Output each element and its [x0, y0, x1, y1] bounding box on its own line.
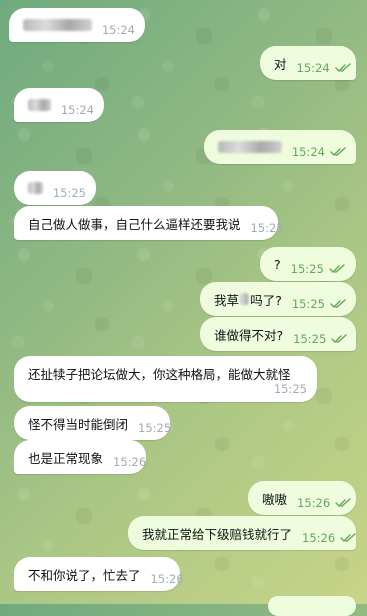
message-time: 15:25 [52, 186, 86, 200]
message-text: 也是正常现象 [28, 450, 104, 466]
message-text: 自己做人做事，自己什么逼样还要我说 [28, 216, 241, 232]
redacted-text [218, 141, 282, 153]
message-time: 15:25 [250, 221, 284, 235]
message-text: 对 [274, 56, 287, 72]
message-time: 15:26 [302, 531, 336, 545]
message-time: 15:26 [150, 572, 184, 586]
double-check-icon [331, 332, 347, 347]
message-text: ? [274, 256, 281, 272]
message-time: 15:25 [273, 382, 307, 396]
message-bubble-outgoing[interactable]: 我草 吗了? 15:25 [200, 282, 356, 316]
message-bubble-incoming[interactable]: 怪不得当时能倒闭 15:25 [14, 406, 172, 440]
message-bubble-outgoing[interactable]: 15:24 [204, 130, 356, 164]
message-time: 15:25 [291, 297, 325, 311]
message-text: 嗷嗷 [262, 491, 288, 507]
double-check-icon [330, 297, 346, 312]
message-text: 不和你说了，忙去了 [28, 567, 141, 583]
message-time: 15:25 [293, 332, 327, 346]
double-check-icon [340, 531, 356, 546]
message-time: 15:24 [291, 145, 325, 159]
message-bubble-incoming[interactable]: 也是正常现象 15:26 [14, 440, 146, 474]
double-check-icon [335, 496, 351, 511]
message-text: 谁做得不对? [214, 327, 284, 343]
message-bubble-outgoing[interactable]: 对 15:24 [260, 46, 356, 80]
message-time: 15:26 [297, 496, 331, 510]
message-bubble-outgoing[interactable]: 谁做得不对? 15:25 [200, 317, 356, 351]
message-time: 15:25 [138, 421, 172, 435]
message-bubble-outgoing-partial[interactable] [268, 596, 356, 616]
message-time: 15:25 [290, 262, 324, 276]
message-bubble-incoming[interactable]: 还扯犊子把论坛做大，你这种格局，能做大就怪 15:25 [14, 356, 317, 402]
redacted-text [28, 99, 51, 111]
message-bubble-incoming[interactable]: 15:25 [14, 171, 96, 205]
redacted-text [28, 182, 43, 194]
message-text-continued: 吗了? [250, 292, 282, 308]
double-check-icon [329, 262, 345, 277]
double-check-icon [334, 61, 351, 76]
message-bubble-incoming[interactable]: 15:24 [14, 88, 104, 122]
redacted-text [240, 293, 250, 305]
message-text: 还扯犊子把论坛做大，你这种格局，能做大就怪 [28, 366, 291, 382]
redacted-text [23, 19, 92, 31]
message-time: 15:24 [296, 61, 330, 75]
message-bubble-outgoing[interactable]: ? 15:25 [260, 247, 356, 281]
double-check-icon [330, 145, 346, 160]
message-text: 我草 [214, 292, 240, 308]
message-time: 15:24 [60, 103, 94, 117]
message-bubble-outgoing[interactable]: 嗷嗷 15:26 [248, 481, 356, 515]
message-bubble-outgoing[interactable]: 我就正常给下级赔钱就行了 15:26 [128, 516, 356, 550]
message-time: 15:26 [113, 455, 147, 469]
message-text: 怪不得当时能倒闭 [28, 416, 129, 432]
message-time: 15:24 [101, 23, 135, 37]
message-bubble-incoming[interactable]: 不和你说了，忙去了 15:26 [14, 557, 184, 591]
message-bubble-incoming[interactable]: 自己做人做事，自己什么逼样还要我说 15:25 [14, 206, 284, 240]
message-text: 我就正常给下级赔钱就行了 [142, 526, 293, 542]
message-bubble-incoming[interactable]: 15:24 [9, 8, 145, 42]
